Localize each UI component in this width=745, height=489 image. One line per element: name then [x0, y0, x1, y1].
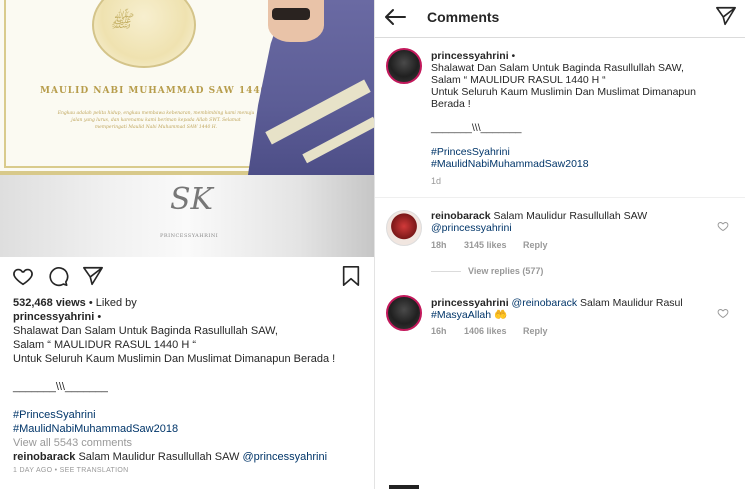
mention-link[interactable]: @princessyahrini: [431, 222, 711, 234]
avatar[interactable]: [386, 48, 422, 84]
next-comment-avatar: [389, 485, 419, 489]
caption-line: _______\\\_______: [13, 381, 108, 393]
portrait-face: [268, 0, 324, 42]
mention-link[interactable]: @reinobarack: [512, 297, 578, 309]
caption-line: Berada !: [431, 98, 471, 110]
comment-author[interactable]: reinobarack: [431, 210, 491, 222]
bookmark-icon[interactable]: [340, 265, 362, 287]
comment-text: Salam Maulidur Rasullullah SAW: [493, 210, 648, 222]
caption-line: Shalawat Dan Salam Untuk Baginda Rasullu…: [13, 325, 278, 337]
calligraphy-glyph: ﷺ: [110, 11, 132, 32]
hashtag-link[interactable]: #PrincesSyahrini: [13, 408, 368, 422]
card-title: MAULID NABI MUHAMMAD SAW 1440 H: [40, 86, 282, 96]
post-actions-bar: [0, 257, 374, 293]
post-time: 1 DAY AGO: [13, 467, 53, 474]
replies-divider: [431, 271, 461, 272]
sk-logo: SK: [170, 182, 213, 217]
comments-view: Comments princessyahrini • Shalawat Dan …: [375, 0, 745, 489]
caption-comment: princessyahrini • Shalawat Dan Salam Unt…: [375, 38, 745, 198]
post-image[interactable]: ﷺ MAULID NABI MUHAMMAD SAW 1440 H Engkau…: [0, 0, 374, 257]
heart-icon[interactable]: [12, 265, 34, 287]
caption-line: Untuk Seluruh Kaum Muslimin Dan Muslimat…: [13, 353, 336, 365]
greeting-card: ﷺ MAULID NABI MUHAMMAD SAW 1440 H Engkau…: [0, 0, 374, 175]
view-replies-link[interactable]: View replies (577): [468, 266, 543, 276]
comment-text: Salam Maulidur Rasul: [580, 297, 683, 309]
watermark-text: PRINCESSYAHRINI: [160, 233, 219, 239]
view-all-comments[interactable]: View all 5543 comments: [13, 436, 368, 450]
post-view: ﷺ MAULID NABI MUHAMMAD SAW 1440 H Engkau…: [0, 0, 374, 489]
heart-icon[interactable]: [717, 220, 729, 232]
comment-text: Salam Maulidur Rasullullah SAW: [78, 451, 240, 463]
sunglasses: [272, 8, 310, 20]
comment-author[interactable]: princessyahrini: [431, 50, 509, 62]
avatar[interactable]: [386, 210, 422, 246]
caption-line: _______\\\_______: [431, 122, 522, 134]
mention-link[interactable]: @princessyahrini: [243, 451, 328, 463]
reply-button[interactable]: Reply: [523, 240, 548, 250]
avatar[interactable]: [386, 295, 422, 331]
page-title: Comments: [427, 9, 500, 25]
comment-age: 1d: [431, 176, 442, 186]
likes-count[interactable]: 1406 likes: [464, 326, 507, 336]
back-arrow-icon[interactable]: [383, 5, 407, 29]
author-dot: •: [511, 50, 516, 62]
card-verse: Engkau adalah pelita hidup, engkau memba…: [57, 111, 255, 130]
comment-icon[interactable]: [47, 265, 69, 287]
share-icon[interactable]: [715, 5, 737, 27]
heart-icon[interactable]: [717, 307, 729, 319]
hashtag-link[interactable]: #MaulidNabiMuhammadSaw2018: [431, 158, 696, 170]
caption-line: Shalawat Dan Salam Untuk Baginda Rasullu…: [431, 62, 684, 74]
caption-line: Untuk Seluruh Kaum Muslimin Dan Muslimat…: [431, 86, 696, 98]
views-count[interactable]: 532,468 views: [13, 297, 86, 309]
comment-age: 16h: [431, 326, 447, 336]
comment-author[interactable]: reinobarack: [13, 451, 75, 463]
reply-button[interactable]: Reply: [523, 326, 548, 336]
post-caption: 532,468 views • Liked by princessyahrini…: [13, 296, 368, 478]
hashtag-link[interactable]: #MaulidNabiMuhammadSaw2018: [13, 422, 368, 436]
hashtag-link[interactable]: #PrincesSyahrini: [431, 146, 696, 158]
post-author[interactable]: princessyahrini: [13, 311, 94, 323]
emoji: 🤲: [494, 309, 508, 321]
see-translation-link[interactable]: • SEE TRANSLATION: [55, 467, 129, 474]
comment-age: 18h: [431, 240, 447, 250]
comments-header: Comments: [375, 0, 745, 38]
share-icon[interactable]: [82, 265, 104, 287]
author-dot: •: [97, 311, 102, 323]
liked-by-label[interactable]: • Liked by: [89, 297, 137, 309]
caption-line: Salam “ MAULIDUR RASUL 1440 H “: [431, 74, 606, 86]
caption-line: Salam “ MAULIDUR RASUL 1440 H “: [13, 339, 196, 351]
comment-author[interactable]: princessyahrini: [431, 297, 509, 309]
likes-count[interactable]: 3145 likes: [464, 240, 507, 250]
hashtag-link[interactable]: #MasyaAllah: [431, 309, 491, 321]
